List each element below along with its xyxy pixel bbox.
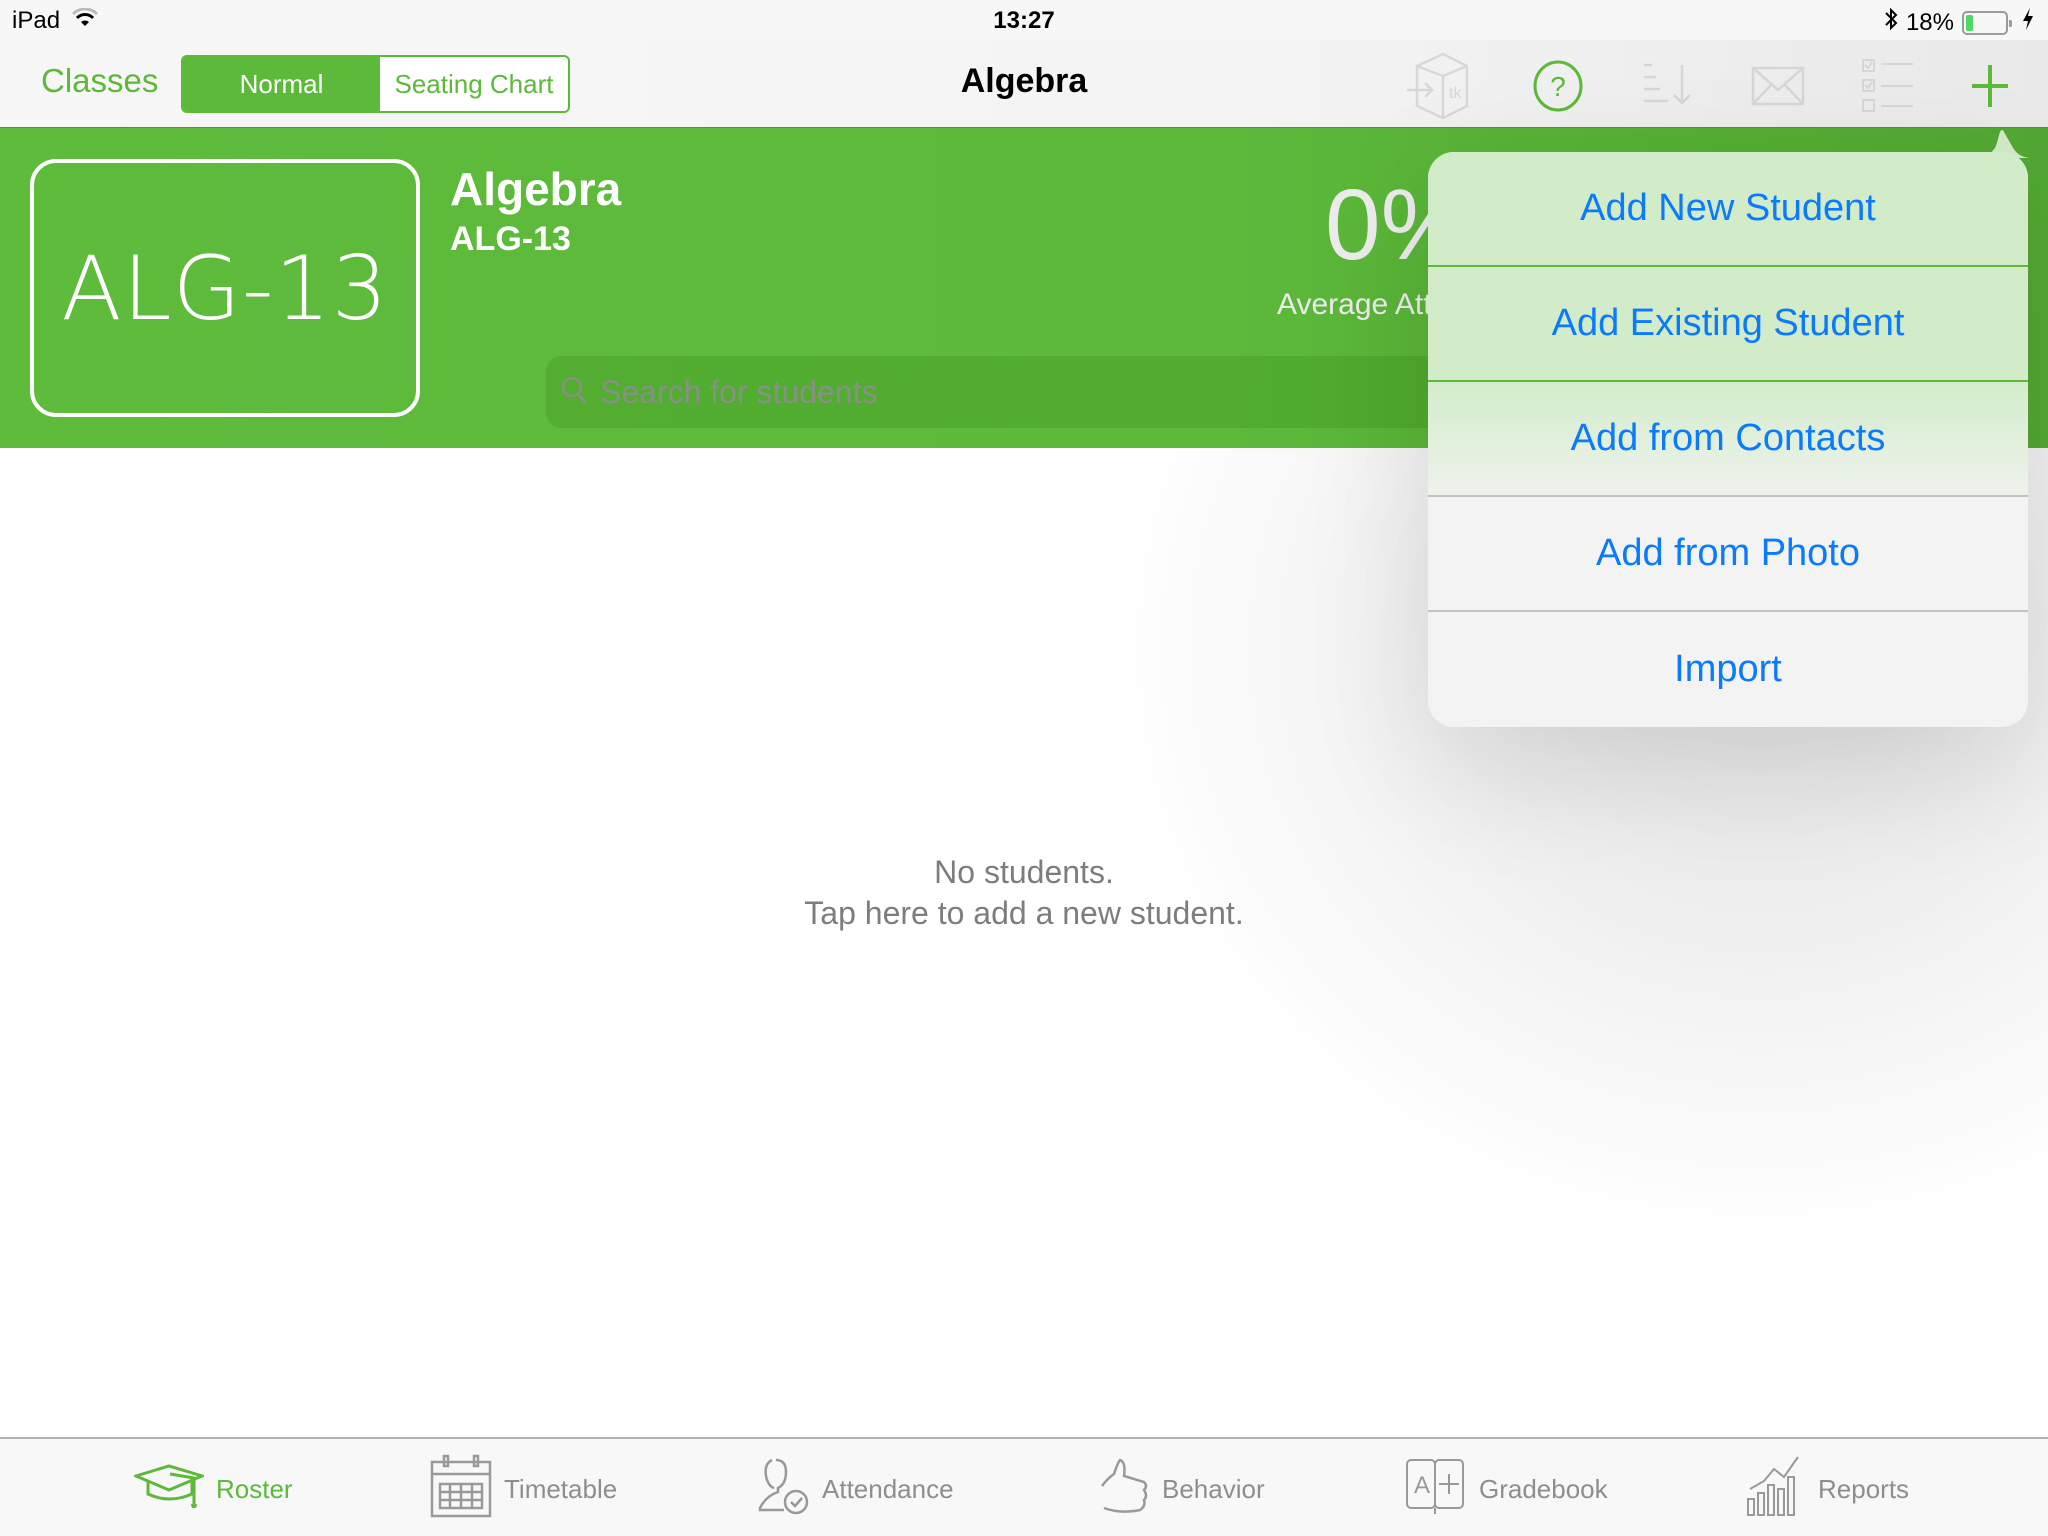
class-badge-text: ALG-13 bbox=[61, 236, 389, 340]
classes-back-button[interactable]: Classes bbox=[41, 62, 158, 100]
svg-text:tk: tk bbox=[1449, 85, 1462, 102]
class-badge[interactable]: ALG-13 bbox=[30, 159, 420, 417]
tab-behavior[interactable]: Behavior bbox=[1100, 1458, 1265, 1521]
navigation-bar: Classes Normal Seating Chart Algebra tk … bbox=[0, 40, 2048, 128]
gradebook-icon: A bbox=[1405, 1458, 1467, 1521]
graduation-cap-icon bbox=[131, 1463, 207, 1515]
mail-icon[interactable] bbox=[1748, 56, 1808, 116]
calendar-icon bbox=[430, 1454, 492, 1525]
person-check-icon bbox=[756, 1456, 810, 1523]
empty-state-title: No students. bbox=[934, 854, 1114, 890]
thumbs-up-icon bbox=[1100, 1458, 1150, 1521]
search-icon bbox=[560, 375, 590, 410]
tab-reports-label: Reports bbox=[1818, 1473, 1910, 1504]
tab-timetable-label: Timetable bbox=[504, 1473, 618, 1504]
add-existing-student-option[interactable]: Add Existing Student bbox=[1428, 267, 2028, 382]
import-option[interactable]: Import bbox=[1428, 612, 2028, 727]
add-from-photo-option[interactable]: Add from Photo bbox=[1428, 497, 2028, 612]
tab-gradebook-label: Gradebook bbox=[1479, 1473, 1608, 1504]
help-icon[interactable]: ? bbox=[1528, 56, 1588, 116]
add-new-student-option[interactable]: Add New Student bbox=[1428, 152, 2028, 267]
tab-attendance-label: Attendance bbox=[822, 1473, 954, 1504]
reports-chart-icon bbox=[1746, 1455, 1806, 1524]
tab-behavior-label: Behavior bbox=[1162, 1473, 1265, 1504]
battery-icon bbox=[1962, 10, 2012, 35]
tab-timetable[interactable]: Timetable bbox=[430, 1454, 618, 1519]
charging-icon bbox=[2022, 8, 2034, 37]
tab-roster[interactable]: Roster bbox=[131, 1459, 293, 1519]
empty-state-hint[interactable]: Tap here to add a new student. bbox=[0, 893, 2048, 934]
empty-state[interactable]: No students. Tap here to add a new stude… bbox=[0, 852, 2048, 934]
status-time: 13:27 bbox=[993, 7, 1055, 34]
sort-icon[interactable] bbox=[1638, 56, 1698, 116]
student-search-input[interactable] bbox=[600, 373, 1300, 411]
add-student-popover: Add New Student Add Existing Student Add… bbox=[1428, 152, 2028, 727]
svg-text:?: ? bbox=[1550, 71, 1566, 102]
segment-normal[interactable]: Normal bbox=[183, 57, 380, 111]
class-name: Algebra bbox=[450, 163, 622, 215]
svg-text:A: A bbox=[1414, 1472, 1430, 1499]
battery-level bbox=[1966, 14, 1973, 31]
tab-reports[interactable]: Reports bbox=[1746, 1455, 1910, 1519]
add-from-contacts-option[interactable]: Add from Contacts bbox=[1428, 382, 2028, 497]
bluetooth-icon bbox=[1884, 7, 1898, 38]
class-code: ALG-13 bbox=[450, 220, 571, 258]
tab-attendance[interactable]: Attendance bbox=[756, 1458, 954, 1519]
tab-bar: Roster Timetable Attendance Behavior A G… bbox=[0, 1437, 2048, 1536]
checklist-icon[interactable] bbox=[1858, 56, 1918, 116]
battery-percent: 18% bbox=[1905, 8, 1954, 36]
import-cube-icon[interactable]: tk bbox=[1405, 50, 1475, 120]
tab-roster-label: Roster bbox=[216, 1473, 293, 1504]
segment-seating-chart[interactable]: Seating Chart bbox=[380, 57, 568, 111]
status-bar: iPad 13:27 18% bbox=[0, 0, 2048, 40]
add-icon[interactable] bbox=[1960, 56, 2020, 116]
view-mode-segmented-control: Normal Seating Chart bbox=[181, 55, 570, 113]
tab-gradebook[interactable]: A Gradebook bbox=[1405, 1458, 1608, 1521]
